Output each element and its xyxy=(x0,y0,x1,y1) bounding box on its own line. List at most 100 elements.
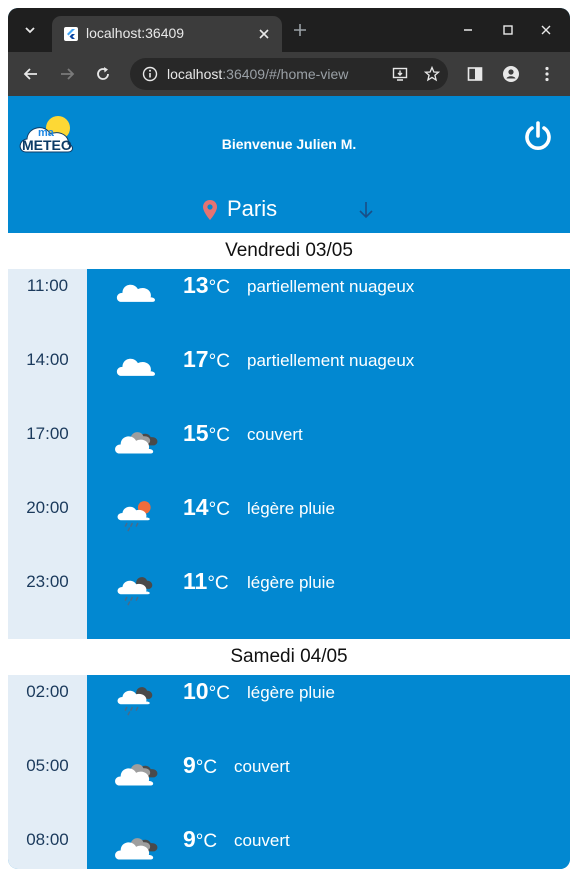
forecast-time: 14:00 xyxy=(26,350,69,369)
reload-icon[interactable] xyxy=(94,65,112,83)
url-text: localhost:36409/#/home-view xyxy=(167,66,349,82)
forecast-time: 05:00 xyxy=(26,756,69,775)
browser-tab[interactable]: localhost:36409 xyxy=(52,16,282,52)
temperature-value: 14 xyxy=(183,494,209,520)
arrow-down-icon[interactable] xyxy=(357,200,375,220)
night-rain-icon xyxy=(117,577,153,606)
temperature-value: 15 xyxy=(183,420,209,446)
time-cell: 14:00 xyxy=(8,343,87,417)
weather-description: couvert xyxy=(247,425,303,444)
temperature-unit: °C xyxy=(195,831,218,852)
forecast-details: 11°C légère pluie xyxy=(87,565,570,639)
forecast-time: 08:00 xyxy=(26,830,69,849)
maximize-icon[interactable] xyxy=(500,22,516,38)
temperature-value: 17 xyxy=(183,346,209,372)
install-app-icon[interactable] xyxy=(392,66,408,82)
temperature: 9°C xyxy=(183,826,217,853)
power-icon[interactable] xyxy=(522,120,554,152)
overcast-icon xyxy=(115,432,158,454)
forecast-time: 17:00 xyxy=(26,424,69,443)
cloud-icon xyxy=(116,358,155,376)
forecast-time: 11:00 xyxy=(26,276,69,295)
time-cell: 23:00 xyxy=(8,565,87,639)
time-cell: 20:00 xyxy=(8,491,87,565)
temperature-unit: °C xyxy=(208,277,230,298)
cloud-icon xyxy=(116,284,155,302)
temperature: 14°C xyxy=(183,494,230,521)
time-cell: 11:00 xyxy=(8,269,87,343)
weather-description: légère pluie xyxy=(247,573,335,592)
day-header: Samedi 04/05 xyxy=(8,639,570,675)
forecast-details: 10°C légère pluie xyxy=(87,675,570,749)
plus-icon[interactable] xyxy=(292,22,308,38)
weather-description: partiellement nuageux xyxy=(247,277,415,296)
forward-arrow-icon[interactable] xyxy=(58,65,76,83)
weather-description: partiellement nuageux xyxy=(247,351,415,370)
address-bar[interactable]: localhost:36409/#/home-view xyxy=(130,58,448,90)
temperature-value: 9 xyxy=(183,826,196,852)
temperature: 13°C xyxy=(183,272,230,299)
forecast-details: 15°C couvert xyxy=(87,417,570,491)
temperature: 15°C xyxy=(183,420,230,447)
forecast-row[interactable]: 08:00 9°C couvert xyxy=(8,823,570,869)
temperature-value: 11 xyxy=(183,568,208,594)
time-cell: 08:00 xyxy=(8,823,87,869)
close-icon[interactable] xyxy=(256,26,272,42)
browser-window: localhost:36409 localhost:36409/#/home-v… xyxy=(8,8,570,869)
forecast-time: 02:00 xyxy=(26,682,69,701)
forecast-row[interactable]: 14:00 17°C partiellement nuageux xyxy=(8,343,570,417)
tab-bar: localhost:36409 xyxy=(8,8,570,52)
back-arrow-icon[interactable] xyxy=(22,65,40,83)
location-pin-icon xyxy=(203,200,217,220)
forecast-details: 14°C légère pluie xyxy=(87,491,570,565)
temperature-unit: °C xyxy=(195,757,218,778)
flutter-icon xyxy=(64,27,78,41)
night-rain-icon xyxy=(117,687,153,716)
forecast-row[interactable]: 17:00 15°C couvert xyxy=(8,417,570,491)
temperature-unit: °C xyxy=(208,351,230,372)
chevron-down-icon[interactable] xyxy=(22,22,38,38)
more-menu-icon[interactable] xyxy=(538,65,556,83)
temperature-value: 13 xyxy=(183,272,209,298)
star-icon[interactable] xyxy=(424,66,440,82)
forecast-row[interactable]: 23:00 11°C légère pluie xyxy=(8,565,570,639)
tab-title: localhost:36409 xyxy=(86,25,185,41)
forecast-row[interactable]: 05:00 9°C couvert xyxy=(8,749,570,823)
temperature: 9°C xyxy=(183,752,217,779)
forecast-row[interactable]: 02:00 10°C légère pluie xyxy=(8,675,570,749)
side-panel-icon[interactable] xyxy=(466,65,484,83)
temperature: 11°C xyxy=(183,568,229,595)
time-cell: 17:00 xyxy=(8,417,87,491)
minimize-icon[interactable] xyxy=(460,22,476,38)
profile-icon[interactable] xyxy=(502,65,520,83)
temperature-unit: °C xyxy=(207,573,229,594)
welcome-message: Bienvenue Julien M. xyxy=(221,136,357,152)
weather-description: légère pluie xyxy=(247,683,335,702)
site-info-icon[interactable] xyxy=(142,66,158,82)
browser-toolbar: localhost:36409/#/home-view xyxy=(8,52,570,96)
forecast-time: 20:00 xyxy=(26,498,69,517)
city-name: Paris xyxy=(227,196,278,221)
weather-description: couvert xyxy=(234,757,290,776)
time-cell: 05:00 xyxy=(8,749,87,823)
temperature: 17°C xyxy=(183,346,230,373)
weather-description: légère pluie xyxy=(247,499,335,518)
forecast-details: 17°C partiellement nuageux xyxy=(87,343,570,417)
app-header: ma METEO Bienvenue Julien M. Paris xyxy=(8,96,570,233)
temperature-unit: °C xyxy=(208,499,230,520)
close-window-icon[interactable] xyxy=(538,22,554,38)
day-header: Vendredi 03/05 xyxy=(8,233,570,269)
overcast-icon xyxy=(115,838,158,860)
sun-rain-icon xyxy=(117,501,151,532)
city-selector[interactable]: Paris xyxy=(8,196,570,226)
overcast-icon xyxy=(115,764,158,786)
temperature: 10°C xyxy=(183,678,230,705)
forecast-row[interactable]: 20:00 14°C légère pluie xyxy=(8,491,570,565)
temperature-unit: °C xyxy=(208,683,230,704)
temperature-unit: °C xyxy=(208,425,230,446)
forecast-row[interactable]: 11:00 13°C partiellement nuageux xyxy=(8,269,570,343)
time-cell: 02:00 xyxy=(8,675,87,749)
weather-description: couvert xyxy=(234,831,290,850)
forecast-time: 23:00 xyxy=(26,572,69,591)
temperature-value: 10 xyxy=(183,678,209,704)
